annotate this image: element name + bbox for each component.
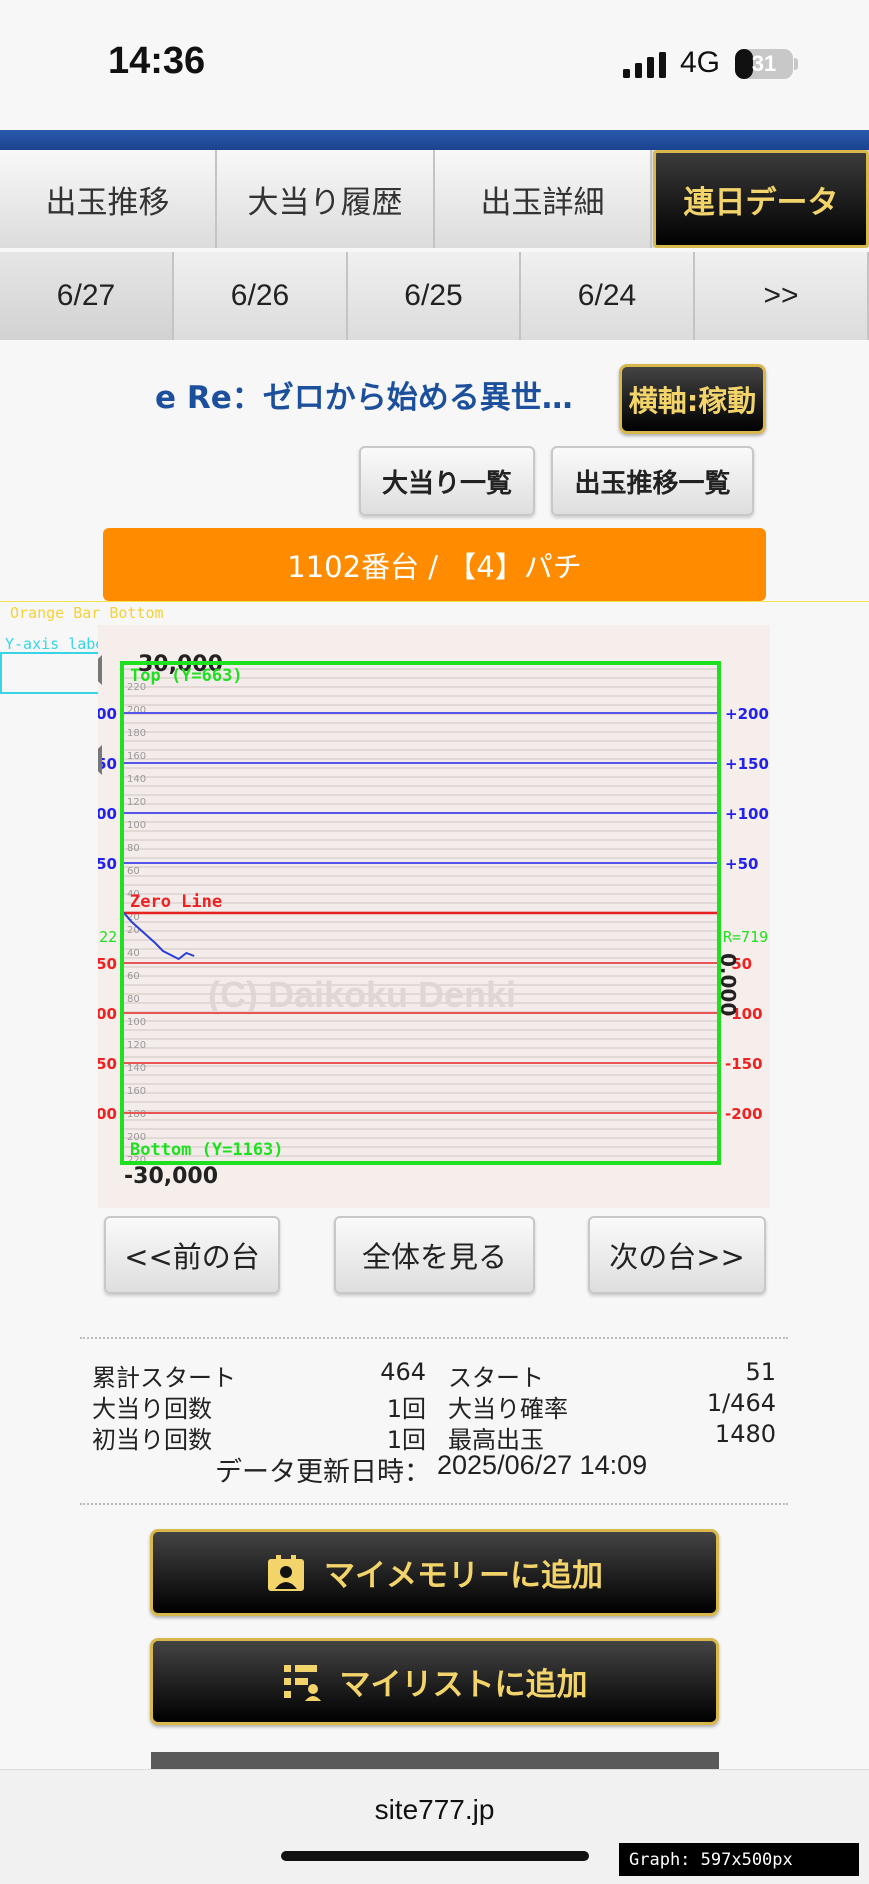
battery-cap <box>794 58 798 70</box>
bottom-overlay-label: Bottom (Y=1163) <box>130 1140 284 1160</box>
prob-value: 1/464 <box>706 1389 776 1417</box>
date-tab-0627[interactable]: 6/27 <box>0 252 174 340</box>
tab-hit-history[interactable]: 大当り履歴 <box>217 150 435 248</box>
minor-tick-label: 100 <box>127 1017 146 1028</box>
total-start-label: 累計スタート <box>92 1364 236 1392</box>
url-text[interactable]: site777.jp <box>0 1794 869 1826</box>
watermark: (C) Daikoku Denki <box>208 974 516 1015</box>
back-label: BACK <box>98 700 101 762</box>
zero-overlay-label: Zero Line <box>130 892 222 912</box>
hits-label: 大当り回数 <box>92 1395 212 1423</box>
next-label: NEXT <box>765 697 770 757</box>
left-overlay-label: L=122 <box>98 928 117 946</box>
update-label: データ更新日時： <box>215 1457 431 1488</box>
signal-icon <box>623 52 666 78</box>
minor-tick-label: 160 <box>127 751 146 762</box>
network-type: 4G <box>680 46 721 79</box>
minor-tick-label: 100 <box>127 820 146 831</box>
prev-machine-button[interactable]: <<前の台 <box>104 1216 280 1294</box>
minor-tick-label: 140 <box>127 774 146 785</box>
back-arrow-up-icon <box>98 655 102 685</box>
divider-bottom <box>80 1503 788 1505</box>
list-icon <box>283 1664 321 1701</box>
add-to-memory-label: マイメモリーに追加 <box>324 1558 603 1594</box>
orange-bar-bottom-label: Orange Bar Bottom <box>10 604 164 622</box>
minor-tick-label: 80 <box>127 994 140 1005</box>
graph-area: 220 200 180 160 140 120 100 80 60 40 20 20 40 60 80 100… <box>98 625 770 1208</box>
right-overlay-label: R=719 <box>723 928 768 946</box>
memory-icon <box>268 1554 304 1591</box>
y-axis-label-left: +100 <box>98 805 117 823</box>
minor-tick-label: 140 <box>127 1063 146 1074</box>
minor-tick-label: 80 <box>127 843 140 854</box>
y-axis-label-left: +50 <box>98 855 117 873</box>
date-tabs: 6/27 6/26 6/25 6/24 >> <box>0 252 869 340</box>
next-machine-button[interactable]: 次の台>> <box>588 1216 766 1294</box>
date-tab-0625[interactable]: 6/25 <box>348 252 521 340</box>
minor-tick-label: 180 <box>127 728 146 739</box>
tab-daily-data[interactable]: 連日データ <box>653 150 869 248</box>
battery-icon: 31 <box>735 49 793 79</box>
y-axis-label-right: +150 <box>725 755 769 773</box>
total-start-value: 464 <box>380 1358 426 1386</box>
hits-value: 1回 <box>386 1395 426 1423</box>
date-tab-more[interactable]: >> <box>695 252 869 340</box>
first-hits-label: 初当り回数 <box>92 1426 212 1454</box>
minor-tick-label: 200 <box>127 705 146 716</box>
home-indicator[interactable] <box>281 1851 589 1861</box>
header-band <box>0 130 869 150</box>
date-tab-0626[interactable]: 6/26 <box>174 252 348 340</box>
top-tabs: 出玉推移 大当り履歴 出玉詳細 連日データ <box>0 150 869 248</box>
y-axis-label-left: -100 <box>98 1005 117 1023</box>
y-axis-label-right: +50 <box>725 855 758 873</box>
unit-bar: 1102番台 / 【4】パチ <box>103 528 766 601</box>
divider-top <box>80 1337 788 1339</box>
minor-tick-label: 180 <box>127 1109 146 1120</box>
hits-list-button[interactable]: 大当り一覧 <box>359 446 535 516</box>
update-value: 2025/06/27 14:09 <box>437 1450 648 1480</box>
battery-level: 31 <box>751 51 777 76</box>
add-to-list-label: マイリストに追加 <box>339 1667 588 1703</box>
y-axis-label-right: +200 <box>725 705 769 723</box>
top-overlay-label: Top (Y=663) <box>130 666 243 686</box>
max-value: 1480 <box>714 1420 776 1448</box>
graph-size-label: Graph: 597x500px <box>619 1843 859 1876</box>
y-axis-label-left: -200 <box>98 1105 117 1123</box>
prob-label: 大当り確率 <box>448 1395 568 1423</box>
minor-tick-label: 160 <box>127 1086 146 1097</box>
y-axis-label-right: -200 <box>725 1105 763 1123</box>
orange-bar-bottom-line <box>0 601 869 602</box>
status-time: 14:36 <box>108 40 206 82</box>
date-tab-0624[interactable]: 6/24 <box>521 252 695 340</box>
minor-tick-label: 120 <box>127 1040 146 1051</box>
graph-svg: 2202001801601401201008060402020406080100… <box>98 652 770 1189</box>
minor-tick-label: 60 <box>127 866 140 877</box>
y-axis-label-right: +100 <box>725 805 769 823</box>
axis-toggle-button[interactable]: 横軸:稼動 <box>619 364 766 434</box>
tab-output-trend[interactable]: 出玉推移 <box>0 150 217 248</box>
bottom-value: -30,000 <box>124 1164 218 1189</box>
minor-tick-label: 40 <box>127 948 140 959</box>
add-to-list-button[interactable]: マイリストに追加 <box>150 1638 719 1725</box>
y-axis-label-left: -150 <box>98 1055 117 1073</box>
partial-button[interactable] <box>151 1752 719 1770</box>
minor-tick-label: 60 <box>127 971 140 982</box>
y-axis-label-left: -50 <box>98 955 117 973</box>
machine-title[interactable]: e Re：ゼロから始める異世… <box>155 372 573 417</box>
start-label: スタート <box>448 1364 544 1392</box>
view-all-button[interactable]: 全体を見る <box>334 1216 535 1294</box>
add-to-memory-button[interactable]: マイメモリーに追加 <box>150 1529 719 1616</box>
tab-output-detail[interactable]: 出玉詳細 <box>435 150 652 248</box>
output-list-button[interactable]: 出玉推移一覧 <box>551 446 754 516</box>
minor-tick-label: 120 <box>127 797 146 808</box>
y-axis-label-right: -150 <box>725 1055 763 1073</box>
start-value: 51 <box>745 1358 776 1386</box>
